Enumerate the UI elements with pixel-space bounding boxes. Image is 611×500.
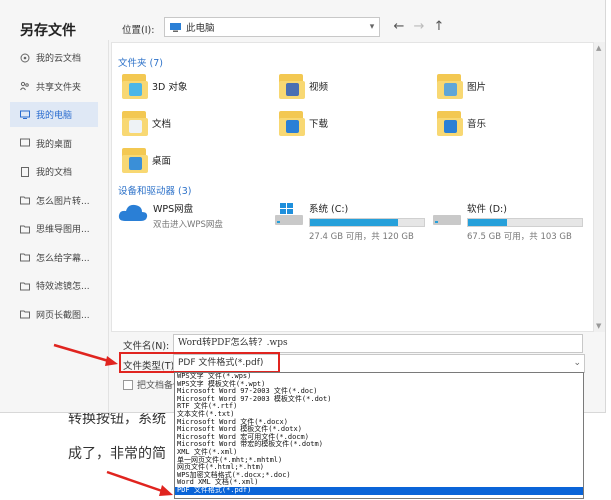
folder-icon xyxy=(20,281,30,291)
capacity-bar xyxy=(467,218,583,227)
sidebar-item-label: 我的云文档 xyxy=(36,54,82,64)
red-arrow-icon xyxy=(106,470,173,496)
cloud-icon xyxy=(20,53,30,63)
folder-item[interactable]: 音乐 xyxy=(437,108,486,138)
device-name: 系统 (C:) xyxy=(309,204,349,215)
sidebar-item-label: 怎么给字幕... xyxy=(36,253,90,264)
folder-icon xyxy=(20,195,30,205)
sidebar-item[interactable]: 网页长截图... xyxy=(10,302,98,327)
sidebar-item-label: 怎么图片转... xyxy=(36,196,90,207)
up-arrow-icon[interactable]: ↑ xyxy=(430,17,448,37)
sidebar-item-label: 我的桌面 xyxy=(36,139,73,150)
folder-item[interactable]: 3D 对象 xyxy=(122,71,187,101)
sidebar-item[interactable]: 思维导图用... xyxy=(10,216,98,241)
folder-item[interactable]: 图片 xyxy=(437,71,486,101)
folder-icon xyxy=(122,71,148,101)
highlight-box xyxy=(119,352,280,373)
device-item[interactable]: WPS网盘双击进入WPS网盘 xyxy=(118,201,269,230)
device-info: 27.4 GB 可用，共 120 GB xyxy=(309,232,414,242)
device-info: 双击进入WPS网盘 xyxy=(153,220,223,230)
sidebar-item-label: 共享文件夹 xyxy=(36,82,82,93)
scrollbar[interactable]: ▲ ▼ xyxy=(594,42,605,332)
folder-item[interactable]: 下载 xyxy=(279,108,328,138)
desktop-icon xyxy=(20,138,30,148)
checkbox-box[interactable] xyxy=(123,379,133,390)
capacity-bar xyxy=(309,218,425,227)
sidebar-item-label: 我的电脑 xyxy=(36,111,73,121)
filetype-dropdown-list[interactable]: WPS文字 文件(*.wps) WPS文字 模板文件(*.wpt) Microsof… xyxy=(174,372,584,499)
device-name: 软件 (D:) xyxy=(467,204,507,215)
filetype-option[interactable]: PDF 文件格式(*.pdf) xyxy=(175,486,583,495)
sidebar-item-label: 特效滤镜怎... xyxy=(36,282,90,292)
folder-icon xyxy=(437,108,463,138)
folder-icon xyxy=(279,71,305,101)
red-arrow-icon xyxy=(53,343,118,366)
cloud-drive-icon xyxy=(118,201,148,229)
hard-drive-icon xyxy=(432,201,462,229)
device-item[interactable]: 软件 (D:) 67.5 GB 可用，共 103 GB xyxy=(432,201,583,242)
computer-icon xyxy=(170,22,181,32)
filename-label: 文件名(N): xyxy=(123,341,170,352)
folder-name: 视频 xyxy=(309,82,329,93)
toolbar: 位置(I): 此电脑 ▾ ← → ↑ xyxy=(108,0,605,40)
location-select[interactable]: 此电脑 ▾ xyxy=(164,17,380,37)
sidebar-item[interactable]: 我的电脑 xyxy=(10,102,98,127)
sidebar-item[interactable]: 怎么图片转... xyxy=(10,188,98,213)
scroll-down-icon[interactable]: ▼ xyxy=(596,322,601,330)
folder-item[interactable]: 视频 xyxy=(279,71,328,101)
folder-name: 3D 对象 xyxy=(152,82,188,93)
sidebar-item[interactable]: 特效滤镜怎... xyxy=(10,273,98,298)
folder-icon xyxy=(122,145,148,175)
sidebar-item[interactable]: 我的文档 xyxy=(10,159,98,184)
chevron-down-icon[interactable]: ⌄ xyxy=(573,355,581,372)
folders-header: 文件夹 (7) xyxy=(118,58,163,69)
forward-arrow-icon[interactable]: → xyxy=(410,17,428,37)
sidebar-item[interactable]: 我的云文档 xyxy=(10,45,98,70)
document-icon xyxy=(20,166,30,177)
device-name: WPS网盘 xyxy=(153,204,194,215)
sidebar-item-label: 我的文档 xyxy=(36,168,73,178)
folder-name: 音乐 xyxy=(467,119,487,130)
folder-icon xyxy=(437,71,463,101)
folder-icon xyxy=(279,108,305,138)
folder-icon xyxy=(20,309,30,319)
folder-icon xyxy=(122,108,148,138)
scroll-up-icon[interactable]: ▲ xyxy=(596,44,601,52)
folder-name: 下载 xyxy=(309,119,329,130)
folder-icon xyxy=(20,224,30,234)
device-info: 67.5 GB 可用，共 103 GB xyxy=(467,232,572,242)
dialog-title: 另存文件 xyxy=(20,23,76,39)
folder-item[interactable]: 文档 xyxy=(122,108,171,138)
back-arrow-icon[interactable]: ← xyxy=(390,17,408,37)
sidebar-item-label: 思维导图用... xyxy=(36,225,90,235)
folder-name: 桌面 xyxy=(152,156,172,167)
share-icon xyxy=(20,81,30,91)
filetype-option[interactable]: RTF 文件(*.rtf) xyxy=(175,403,583,411)
location-label: 位置(I): xyxy=(122,25,155,36)
hard-drive-icon xyxy=(274,201,304,229)
filename-input[interactable]: Word转PDF怎么转？.wps xyxy=(173,334,583,353)
sidebar-item[interactable]: 怎么给字幕... xyxy=(10,245,98,270)
sidebar-item[interactable]: 我的桌面 xyxy=(10,131,98,156)
folder-name: 图片 xyxy=(467,82,487,93)
folder-item[interactable]: 桌面 xyxy=(122,145,171,175)
sidebar-item[interactable]: 共享文件夹 xyxy=(10,74,98,99)
file-browser-pane: 文件夹 (7) 3D 对象 视频 图片文档 下载 音乐桌面 设备和驱动器 (3) WPS… xyxy=(111,42,594,332)
location-value: 此电脑 xyxy=(186,23,215,34)
folder-icon xyxy=(20,252,30,262)
folder-name: 文档 xyxy=(152,119,172,130)
devices-header: 设备和驱动器 (3) xyxy=(118,186,192,197)
sidebar-item-label: 网页长截图... xyxy=(36,310,90,321)
computer-icon xyxy=(20,110,30,120)
doc-text-line2: 成了，非常的简 xyxy=(68,446,166,462)
device-item[interactable]: 系统 (C:) 27.4 GB 可用，共 120 GB xyxy=(274,201,425,242)
chevron-down-icon[interactable]: ▾ xyxy=(365,22,379,32)
